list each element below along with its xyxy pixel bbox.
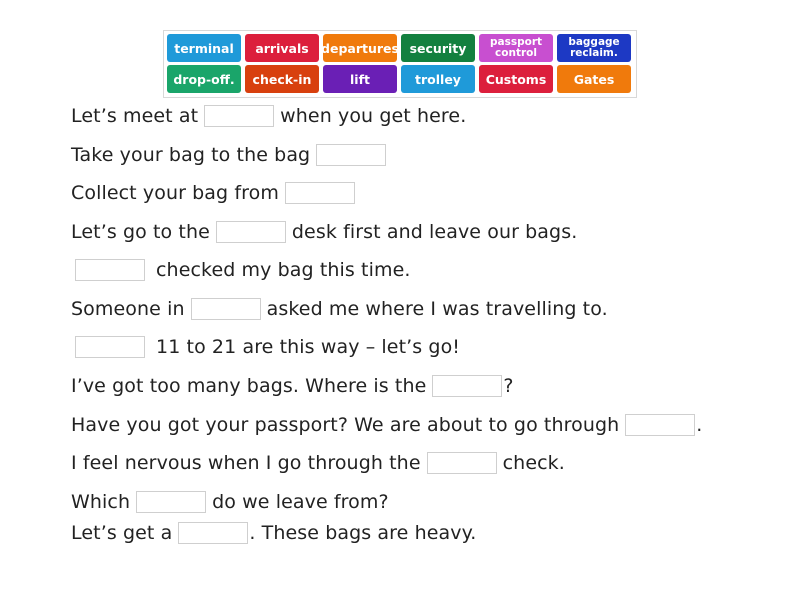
sentence-row: Which do we leave from? — [71, 491, 389, 513]
sentence-text-before: I feel nervous when I go through the — [71, 452, 421, 474]
answer-drop-zone[interactable] — [284, 182, 355, 204]
word-tile[interactable]: check-in — [245, 65, 319, 93]
word-tile[interactable]: baggage reclaim. — [557, 34, 631, 62]
sentence-text-before: Take your bag to the bag — [71, 144, 311, 166]
sentence-row: Someone in asked me where I was travellin… — [71, 298, 608, 320]
sentence-text-before: Collect your bag from — [71, 182, 279, 204]
sentence-text-after: asked me where I was travelling to. — [266, 298, 608, 320]
sentence-row: Let’s get a . These bags are heavy. — [71, 522, 476, 544]
sentence-row: Take your bag to the bag — [71, 144, 392, 166]
sentence-text-after: when you get here. — [280, 105, 467, 127]
sentence-text-after: check. — [502, 452, 565, 474]
word-tile[interactable]: security — [401, 34, 475, 62]
word-tile[interactable]: passport control — [479, 34, 553, 62]
sentence-text-after: ? — [503, 375, 514, 397]
sentence-row: Let’s go to the desk first and leave our … — [71, 221, 577, 243]
sentence-row: Have you got your passport? We are about… — [71, 414, 702, 436]
sentence-text-after: checked my bag this time. — [156, 259, 411, 281]
sentence-text-after: 11 to 21 are this way – let’s go! — [156, 336, 461, 358]
answer-drop-zone[interactable] — [136, 491, 207, 513]
answer-drop-zone[interactable] — [432, 375, 503, 397]
word-tile[interactable]: terminal — [167, 34, 241, 62]
sentence-text-after: . — [696, 414, 703, 436]
answer-drop-zone[interactable] — [215, 221, 286, 243]
word-tile[interactable]: lift — [323, 65, 397, 93]
answer-drop-zone[interactable] — [190, 298, 261, 320]
answer-drop-zone[interactable] — [75, 336, 145, 358]
word-tile[interactable]: drop-off. — [167, 65, 241, 93]
sentence-row: Collect your bag from — [71, 182, 361, 204]
sentence-text-before: Let’s go to the — [71, 221, 210, 243]
word-tile[interactable]: Gates — [557, 65, 631, 93]
answer-drop-zone[interactable] — [316, 144, 387, 166]
answer-drop-zone[interactable] — [426, 452, 497, 474]
sentence-row: I’ve got too many bags. Where is the? — [71, 375, 514, 397]
word-tile[interactable]: departures — [321, 34, 399, 62]
sentence-text-before: Someone in — [71, 298, 185, 320]
answer-drop-zone[interactable] — [204, 105, 275, 127]
sentence-text-after: . These bags are heavy. — [249, 522, 477, 544]
sentence-text-before: Let’s get a — [71, 522, 173, 544]
word-tile[interactable]: trolley — [401, 65, 475, 93]
answer-drop-zone[interactable] — [178, 522, 249, 544]
sentence-row: checked my bag this time. — [71, 259, 411, 281]
sentence-text-before: Let’s meet at — [71, 105, 199, 127]
sentence-text-after: desk first and leave our bags. — [291, 221, 578, 243]
word-tile[interactable]: Customs — [479, 65, 553, 93]
answer-drop-zone[interactable] — [625, 414, 696, 436]
sentence-text-before: Have you got your passport? We are about… — [71, 414, 620, 436]
word-tile[interactable]: arrivals — [245, 34, 319, 62]
sentence-row: I feel nervous when I go through the chec… — [71, 452, 565, 474]
sentence-text-after: do we leave from? — [212, 491, 389, 513]
sentence-row: 11 to 21 are this way – let’s go! — [71, 336, 460, 358]
sentence-row: Let’s meet at when you get here. — [71, 105, 466, 127]
sentence-text-before: Which — [71, 491, 131, 513]
answer-drop-zone[interactable] — [75, 259, 145, 281]
sentence-text-before: I’ve got too many bags. Where is the — [71, 375, 427, 397]
